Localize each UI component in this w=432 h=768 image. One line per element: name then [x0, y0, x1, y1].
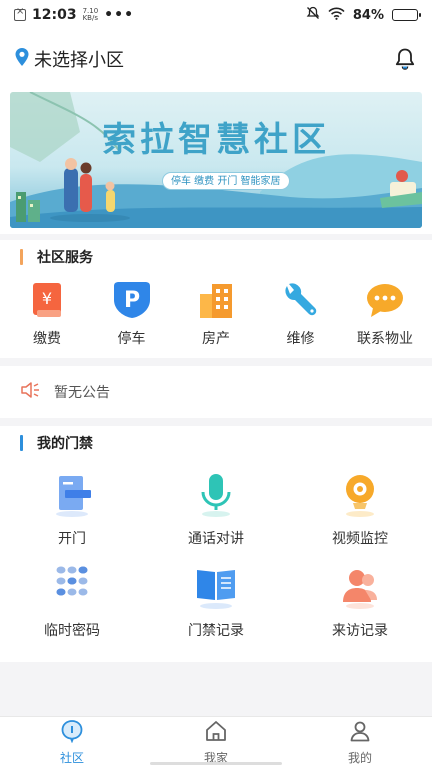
service-property[interactable]: 房产	[177, 280, 255, 348]
service-repair[interactable]: 维修	[262, 280, 340, 348]
wrench-icon	[279, 280, 323, 320]
top-header: 未选择小区	[0, 30, 432, 88]
service-label: 房产	[202, 331, 230, 347]
section-accent-bar	[20, 435, 23, 451]
tab-community[interactable]: 社区	[0, 717, 144, 768]
tab-my-home[interactable]: 我家	[144, 717, 288, 768]
svg-text:¥: ¥	[42, 289, 52, 308]
bottom-tab-bar: 社区 我家 我的	[0, 716, 432, 768]
access-grid: 开门 通话对讲 视频监控 临时密码 门禁记录 来访记录	[0, 460, 432, 640]
tab-label: 我的	[347, 751, 372, 765]
access-temp-password[interactable]: 临时密码	[0, 564, 144, 640]
access-intercom[interactable]: 通话对讲	[144, 472, 288, 548]
payment-icon: ¥	[25, 280, 69, 320]
home-indicator[interactable]	[150, 762, 282, 765]
status-bar: 12:03 7.10 KB/s ••• 84%	[0, 0, 432, 30]
service-parking[interactable]: P 停车	[93, 280, 171, 348]
parking-icon: P	[110, 280, 154, 320]
banner-container: 索拉智慧社区 停车 缴费 开门 智能家居	[0, 88, 432, 234]
microphone-icon	[191, 472, 241, 518]
service-label: 停车	[117, 331, 146, 347]
tab-label: 社区	[59, 751, 84, 765]
service-label: 维修	[286, 331, 315, 347]
access-label: 临时密码	[44, 623, 100, 639]
battery-icon	[392, 9, 421, 21]
section-header: 我的门禁	[0, 426, 432, 460]
network-speed: 7.10 KB/s	[83, 8, 99, 22]
visitor-icon	[335, 564, 385, 610]
chat-icon	[363, 280, 407, 320]
keypad-icon	[47, 564, 97, 610]
banner-tags: 停车 缴费 开门 智能家居	[162, 172, 290, 190]
camera-icon	[335, 472, 385, 518]
wifi-icon	[328, 7, 345, 24]
section-title: 社区服务	[37, 250, 93, 266]
banner-title: 索拉智慧社区	[102, 120, 330, 160]
access-label: 来访记录	[332, 623, 388, 639]
status-time: 12:03	[32, 7, 77, 23]
notification-bell-icon[interactable]	[392, 46, 418, 72]
community-icon	[60, 719, 84, 746]
community-services-section: 社区服务 ¥ 缴费 P 停车 房产 维修 联系物业	[0, 240, 432, 358]
service-label: 联系物业	[357, 331, 413, 347]
door-icon	[47, 472, 97, 518]
announcement-bar[interactable]: 暂无公告	[0, 366, 432, 418]
section-title: 我的门禁	[37, 436, 93, 452]
access-open-door[interactable]: 开门	[0, 472, 144, 548]
promo-banner[interactable]: 索拉智慧社区 停车 缴费 开门 智能家居	[10, 92, 422, 228]
announcement-text: 暂无公告	[54, 385, 110, 401]
access-visitor-records[interactable]: 来访记录	[288, 564, 432, 640]
access-label: 开门	[58, 531, 86, 547]
tab-profile[interactable]: 我的	[288, 717, 432, 768]
more-notifications-icon: •••	[104, 7, 135, 23]
profile-icon	[348, 719, 372, 746]
location-label: 未选择小区	[34, 50, 124, 71]
service-payment[interactable]: ¥ 缴费	[8, 280, 86, 348]
speed-unit: KB/s	[82, 14, 98, 22]
building-icon	[194, 280, 238, 320]
home-icon	[204, 719, 228, 746]
access-label: 门禁记录	[188, 623, 244, 639]
mute-icon	[306, 6, 320, 24]
battery-percent: 84%	[352, 7, 384, 23]
access-records[interactable]: 门禁记录	[144, 564, 288, 640]
access-video-monitor[interactable]: 视频监控	[288, 472, 432, 548]
access-label: 通话对讲	[188, 531, 244, 547]
community-selector[interactable]: 未选择小区	[14, 46, 124, 72]
access-label: 视频监控	[332, 531, 388, 547]
services-row: ¥ 缴费 P 停车 房产 维修 联系物业	[0, 274, 432, 348]
speaker-icon	[20, 381, 42, 403]
sim-icon	[14, 6, 26, 21]
access-control-section: 我的门禁 开门 通话对讲 视频监控 临时密码 门禁记录 来访记录	[0, 426, 432, 662]
section-header: 社区服务	[0, 240, 432, 274]
book-icon	[191, 564, 241, 610]
service-label: 缴费	[33, 331, 61, 347]
svg-text:P: P	[123, 288, 139, 313]
location-pin-icon	[14, 47, 30, 72]
section-accent-bar	[20, 249, 23, 265]
service-contact-property[interactable]: 联系物业	[346, 280, 424, 348]
